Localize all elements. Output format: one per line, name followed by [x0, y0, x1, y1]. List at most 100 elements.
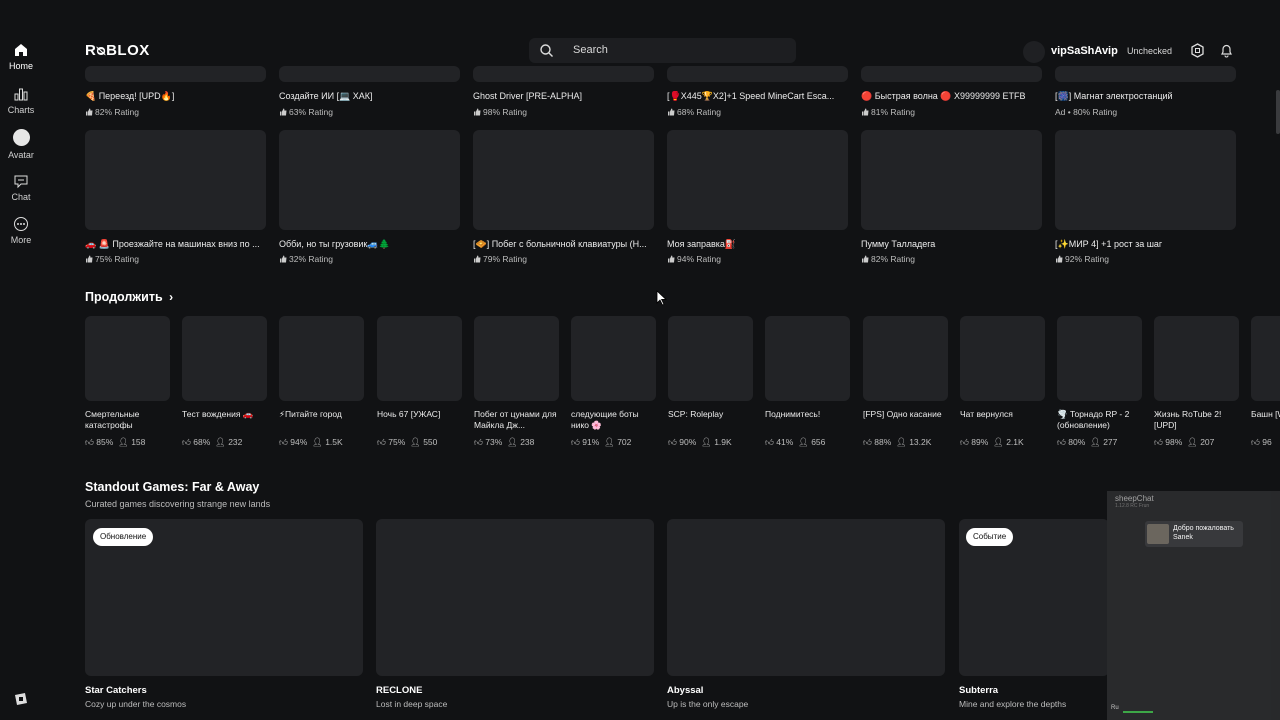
- game-tile[interactable]: [473, 66, 654, 82]
- game-title[interactable]: [🎆] Магнат электростанций: [1055, 91, 1237, 102]
- game-tile[interactable]: [861, 130, 1042, 230]
- rating-text: 80%: [1068, 437, 1086, 447]
- featured-game-desc: Lost in deep space: [376, 699, 448, 709]
- players-icon: 👤︎: [701, 437, 712, 447]
- continue-game-stats: 👍︎ 68% 👤︎ 232: [182, 437, 242, 448]
- continue-game-tile[interactable]: [571, 316, 656, 401]
- standout-section-title[interactable]: Standout Games: Far & Away: [85, 480, 259, 494]
- continue-game-tile[interactable]: [1251, 316, 1280, 401]
- continue-game-tile[interactable]: [960, 316, 1045, 401]
- top-header: RᴓBLOX Search vipSaShAvip Unchecked: [42, 0, 1280, 66]
- game-tile[interactable]: [667, 130, 848, 230]
- game-tile[interactable]: [279, 130, 460, 230]
- game-title[interactable]: Ghost Driver [PRE-ALPHA]: [473, 91, 655, 101]
- continue-game-name[interactable]: Тест вождения 🚗: [182, 409, 268, 420]
- game-tile[interactable]: [279, 66, 460, 82]
- sheepchat-title: sheepChat: [1115, 494, 1154, 503]
- featured-game-name[interactable]: Abyssal: [667, 685, 703, 696]
- rail-chat-label: Chat: [11, 192, 31, 202]
- continue-game-name[interactable]: 🌪️ Торнадо RP - 2 (обновление): [1057, 409, 1143, 431]
- featured-game-name[interactable]: Star Catchers: [85, 685, 147, 696]
- search-input[interactable]: Search: [529, 38, 796, 63]
- rail-home[interactable]: Home: [0, 42, 42, 71]
- game-title[interactable]: Пумму Талладега: [861, 239, 1043, 249]
- continue-game-tile[interactable]: [1057, 316, 1142, 401]
- rating-text: 32% Rating: [289, 254, 333, 264]
- robux-icon[interactable]: [1190, 43, 1205, 58]
- avatar-icon: [12, 129, 30, 146]
- continue-game-tile[interactable]: [474, 316, 559, 401]
- featured-game-tile[interactable]: [667, 519, 945, 676]
- continue-game-tile[interactable]: [182, 316, 267, 401]
- continue-game-tile[interactable]: [668, 316, 753, 401]
- game-title[interactable]: 🚗 🚨 Проезжайте на машинах вниз по ...: [85, 239, 267, 250]
- thumbs-up-icon: [1056, 255, 1063, 263]
- continue-game-tile[interactable]: [1154, 316, 1239, 401]
- game-tile[interactable]: [1055, 66, 1236, 82]
- thumbs-up-icon: 👍︎: [571, 437, 580, 447]
- game-title[interactable]: 🍕 Переезд! [UPD🔥]: [85, 91, 267, 102]
- continue-game-name[interactable]: ⚡Питайте город: [279, 409, 365, 420]
- players-text: 13.2K: [909, 437, 932, 447]
- continue-game-name[interactable]: Чат вернулся: [960, 409, 1046, 420]
- continue-game-tile[interactable]: [377, 316, 462, 401]
- continue-game-name[interactable]: Побег от цунами для Майкла Дж...: [474, 409, 560, 431]
- continue-game-stats: 👍︎ 41% 👤︎ 656: [765, 437, 825, 448]
- players-text: 232: [228, 437, 243, 447]
- sheepchat-version: 1.12.8 RC Frun: [1115, 503, 1150, 509]
- game-tile[interactable]: [667, 66, 848, 82]
- continue-game-name[interactable]: Смертельные катастрофы: [85, 409, 171, 431]
- event-badge: Событие: [966, 528, 1014, 546]
- continue-game-name[interactable]: Ночь 67 [УЖАС]: [377, 409, 463, 420]
- game-tile[interactable]: [85, 66, 266, 82]
- rail-more[interactable]: More: [0, 216, 42, 245]
- game-title[interactable]: [🧇] Побег с больничной клавиатуры (Н...: [473, 239, 655, 250]
- continue-section-title[interactable]: Продолжить ›: [85, 290, 173, 304]
- chat-input[interactable]: [1123, 705, 1153, 713]
- game-title[interactable]: Создайте ИИ [💻 ХАК]: [279, 91, 461, 102]
- continue-game-tile[interactable]: [765, 316, 850, 401]
- players-icon: 👤︎: [604, 437, 615, 447]
- game-tile[interactable]: [85, 130, 266, 230]
- chat-language[interactable]: Ru: [1111, 705, 1119, 711]
- game-title[interactable]: [🥊X445🏆X2]+1 Speed MineCart Esca...: [667, 91, 849, 102]
- game-tile[interactable]: [861, 66, 1042, 82]
- page-scrollbar[interactable]: [1276, 90, 1280, 134]
- game-title[interactable]: [✨МИР 4] +1 рост за шаг: [1055, 239, 1237, 250]
- featured-game-name[interactable]: Subterra: [959, 685, 998, 696]
- game-rating: 81% Rating: [861, 107, 915, 117]
- rail-chat[interactable]: Chat: [0, 173, 42, 202]
- user-avatar[interactable]: [1023, 41, 1045, 63]
- featured-game-tile[interactable]: [376, 519, 654, 676]
- continue-game-tile[interactable]: [85, 316, 170, 401]
- rail-avatar[interactable]: Avatar: [0, 129, 42, 160]
- featured-game-name[interactable]: RECLONE: [376, 685, 422, 696]
- continue-game-tile[interactable]: [863, 316, 948, 401]
- continue-game-name[interactable]: SCP: Roleplay: [668, 409, 754, 420]
- continue-game-name[interactable]: [FPS] Одно касание: [863, 409, 949, 420]
- continue-game-name[interactable]: Поднимитесь!: [765, 409, 851, 420]
- game-tile[interactable]: [473, 130, 654, 230]
- roblox-logo[interactable]: RᴓBLOX: [85, 42, 150, 59]
- home-icon: [15, 44, 27, 56]
- rating-text: 73%: [485, 437, 503, 447]
- bell-icon[interactable]: [1219, 43, 1234, 58]
- rail-charts[interactable]: Charts: [0, 86, 42, 115]
- thumbs-up-icon: [668, 108, 675, 116]
- sheepchat-overlay[interactable]: sheepChat 1.12.8 RC Frun Добро пожаловат…: [1107, 491, 1280, 720]
- players-text: 702: [617, 437, 632, 447]
- continue-game-name[interactable]: Башн [W4]: [1251, 409, 1280, 420]
- continue-game-name[interactable]: следующие боты нико 🌸: [571, 409, 657, 431]
- rating-text: 82% Rating: [871, 254, 915, 264]
- players-icon: 👤︎: [118, 437, 129, 447]
- continue-game-stats: 👍︎ 85% 👤︎ 158: [85, 437, 145, 448]
- rating-text: 41%: [776, 437, 794, 447]
- continue-game-tile[interactable]: [279, 316, 364, 401]
- roblox-studio-icon[interactable]: [14, 692, 28, 706]
- game-title[interactable]: Обби, но ты грузовик🚙🌲: [279, 239, 461, 250]
- continue-game-name[interactable]: Жизнь RoTube 2! [UPD]: [1154, 409, 1240, 431]
- game-title[interactable]: Моя заправка⛽: [667, 239, 849, 250]
- username[interactable]: vipSaShAvip: [1051, 45, 1118, 57]
- game-title[interactable]: 🔴 Быстрая волна 🔴 X99999999 ETFB: [861, 91, 1043, 102]
- game-tile[interactable]: [1055, 130, 1236, 230]
